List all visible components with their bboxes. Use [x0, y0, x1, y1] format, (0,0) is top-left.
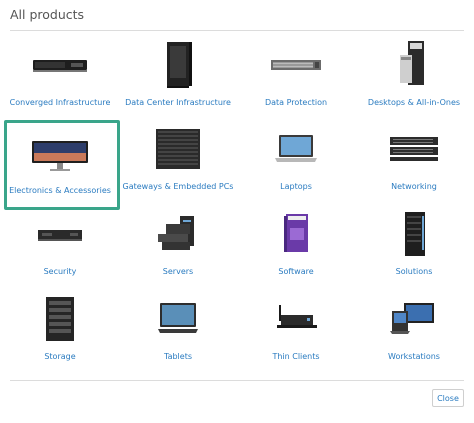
product-label: Desktops & All-in-Ones [367, 98, 461, 107]
product-label: Servers [162, 267, 194, 276]
product-laptops[interactable]: Laptops [237, 120, 355, 205]
software-box-icon [246, 205, 346, 263]
product-electronics-accessories[interactable]: Electronics & Accessories [1, 120, 120, 211]
server-rack-icon [128, 36, 228, 94]
desktop-tower-icon [364, 36, 464, 94]
product-storage[interactable]: Storage [1, 290, 119, 375]
all-products-modal: All products Converged Infrastructure Da… [0, 0, 474, 423]
product-label: Gateways & Embedded PCs [122, 182, 234, 191]
product-label: Security [43, 267, 77, 276]
product-solutions[interactable]: Solutions [355, 205, 473, 290]
product-networking[interactable]: Networking [355, 120, 473, 205]
product-thin-clients[interactable]: Thin Clients [237, 290, 355, 375]
firewall-appliance-icon [10, 205, 110, 263]
product-gateways-embedded-pcs[interactable]: Gateways & Embedded PCs [119, 120, 237, 205]
product-label: Networking [391, 182, 437, 191]
thin-client-icon [246, 290, 346, 348]
product-software[interactable]: Software [237, 205, 355, 290]
close-button[interactable]: Close [432, 389, 464, 407]
laptop-icon [246, 120, 346, 178]
storage-array-icon [10, 290, 110, 348]
product-label: Solutions [395, 267, 433, 276]
product-label: Data Protection [264, 98, 328, 107]
product-tablets[interactable]: Tablets [119, 290, 237, 375]
product-label: Data Center Infrastructure [125, 98, 231, 107]
gateway-box-icon [128, 120, 228, 178]
product-grid: Converged Infrastructure Data Center Inf… [0, 30, 474, 370]
network-switch-icon [364, 120, 464, 178]
product-label: Electronics & Accessories [9, 186, 111, 195]
product-label: Workstations [388, 352, 440, 361]
product-label: Software [278, 267, 314, 276]
product-label: Thin Clients [272, 352, 320, 361]
product-workstations[interactable]: Workstations [355, 290, 473, 375]
product-converged-infrastructure[interactable]: Converged Infrastructure [1, 36, 119, 121]
solution-rack-icon [364, 205, 464, 263]
servers-icon [128, 205, 228, 263]
modal-title: All products [10, 7, 85, 22]
product-label: Tablets [164, 352, 192, 361]
product-servers[interactable]: Servers [119, 205, 237, 290]
product-label: Laptops [280, 182, 312, 191]
product-desktops-all-in-ones[interactable]: Desktops & All-in-Ones [355, 36, 473, 121]
storage-appliance-icon [246, 36, 346, 94]
footer-divider [10, 380, 464, 381]
rack-unit-icon [10, 36, 110, 94]
product-data-protection[interactable]: Data Protection [237, 36, 355, 121]
product-security[interactable]: Security [1, 205, 119, 290]
product-data-center-infrastructure[interactable]: Data Center Infrastructure [119, 36, 237, 121]
product-label: Storage [44, 352, 76, 361]
product-label: Converged Infrastructure [9, 98, 111, 107]
monitor-icon [10, 126, 110, 184]
tablet-icon [128, 290, 228, 348]
workstation-icon [364, 290, 464, 348]
